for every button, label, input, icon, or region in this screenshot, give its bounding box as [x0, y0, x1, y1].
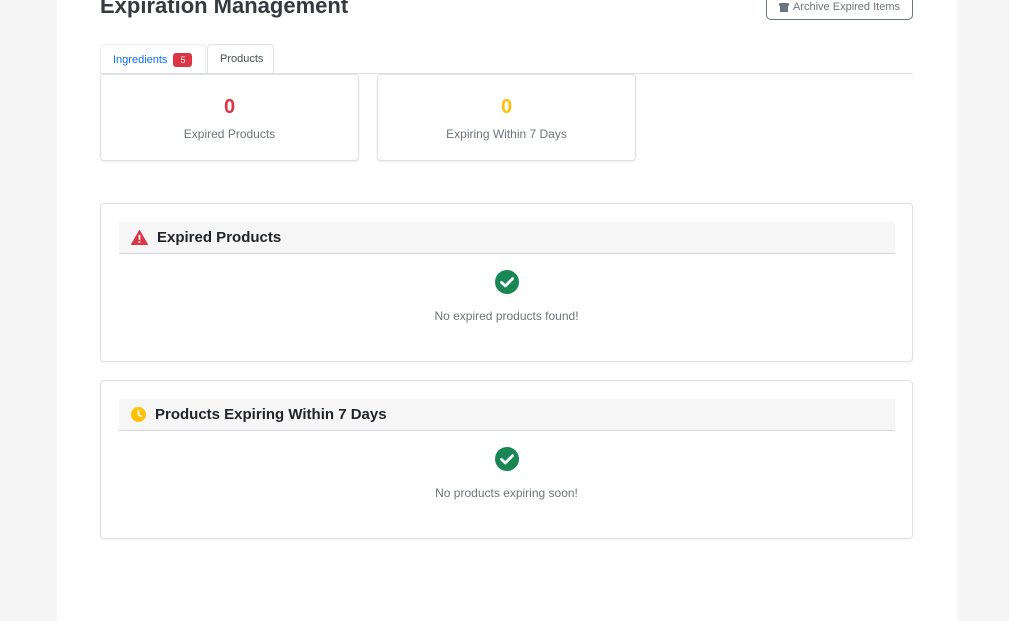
check-circle-icon [494, 447, 519, 471]
expiring-soon-empty-state: No products expiring soon! [101, 447, 912, 500]
expired-products-title: Expired Products [157, 229, 282, 246]
archive-expired-button[interactable]: Archive Expired Items [766, 0, 913, 20]
expired-products-count: 0 [223, 96, 236, 118]
expiring-soon-stat-card: 0 Expiring Within 7 Days [377, 74, 636, 161]
expiring-soon-title: Products Expiring Within 7 Days [155, 406, 387, 423]
expired-products-header: Expired Products [119, 222, 895, 254]
warning-triangle-icon [131, 230, 148, 245]
page-title: Expiration Management [100, 0, 349, 18]
clock-icon [131, 407, 146, 422]
expired-products-empty-text: No expired products found! [434, 309, 579, 323]
ingredients-count-badge: 5 [173, 52, 193, 67]
expired-products-empty-state: No expired products found! [101, 270, 912, 323]
expiring-soon-header: Products Expiring Within 7 Days [119, 399, 895, 431]
expiring-soon-empty-text: No products expiring soon! [435, 486, 578, 500]
tab-ingredients-label: Ingredients [113, 53, 168, 66]
tab-ingredients[interactable]: Ingredients 5 [100, 44, 206, 74]
archive-icon [779, 2, 789, 12]
archive-expired-label: Archive Expired Items [793, 1, 900, 13]
check-circle-icon [494, 270, 519, 294]
expiring-soon-section: Products Expiring Within 7 Days No produ… [100, 380, 913, 539]
expired-products-stat-label: Expired Products [183, 127, 276, 141]
expired-products-section: Expired Products No expired products fou… [100, 203, 913, 362]
tab-products-label: Products [220, 53, 264, 65]
tab-products[interactable]: Products [207, 44, 274, 74]
expiring-soon-count: 0 [500, 96, 513, 118]
expired-products-stat-card: 0 Expired Products [100, 74, 359, 161]
expiring-soon-stat-label: Expiring Within 7 Days [446, 127, 567, 141]
